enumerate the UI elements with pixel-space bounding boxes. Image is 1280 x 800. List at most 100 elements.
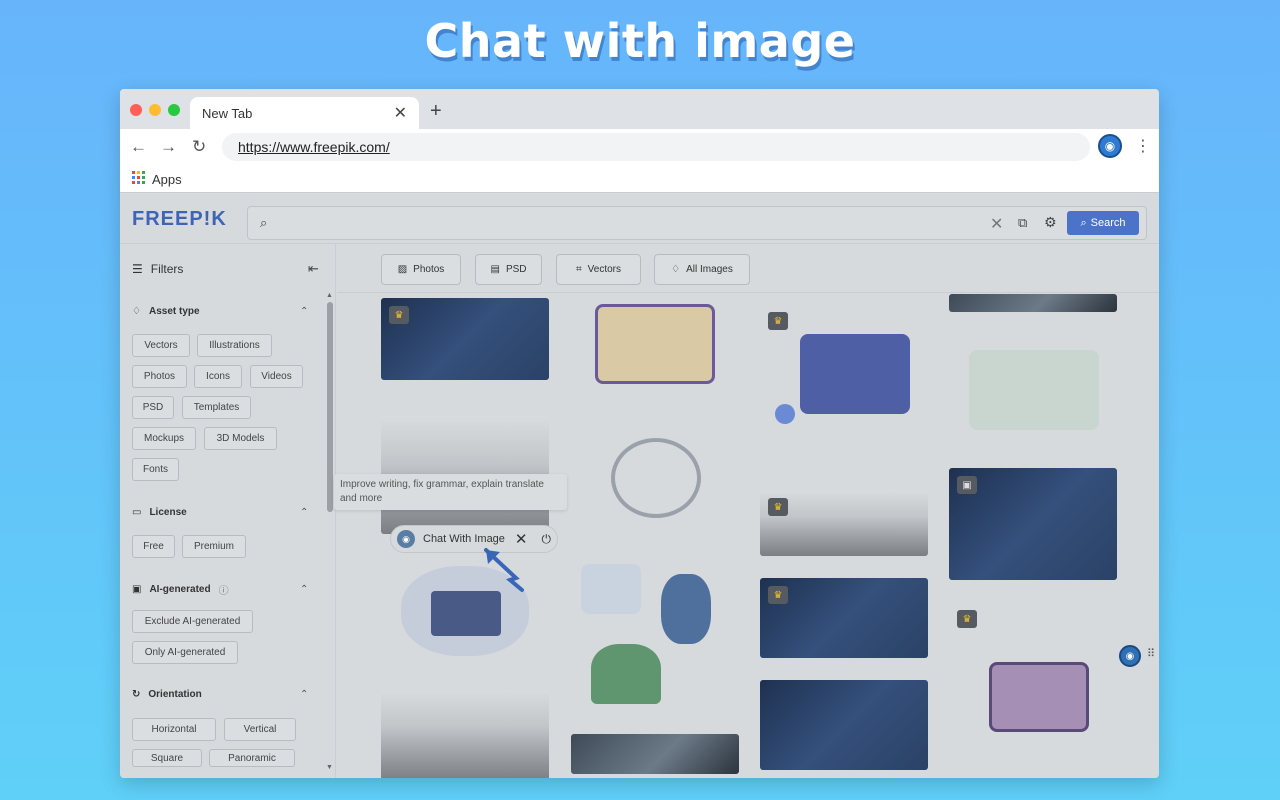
kebab-menu-icon[interactable]: ⋮: [1135, 136, 1151, 156]
image-tile[interactable]: [760, 680, 928, 770]
chip-free[interactable]: Free: [132, 535, 175, 558]
chevron-up-icon[interactable]: ⌃: [300, 507, 308, 518]
scroll-up-arrow[interactable]: ▲: [326, 292, 333, 299]
freepik-logo[interactable]: FREEP!K: [132, 208, 227, 231]
asset-type-icon: ♢: [132, 306, 141, 317]
chip-horizontal[interactable]: Horizontal: [132, 718, 216, 741]
tab-vectors[interactable]: ⌗ Vectors: [556, 254, 641, 285]
asset-type-title: Asset type: [148, 306, 200, 317]
tab-title: New Tab: [202, 105, 253, 121]
results-area: ▨ Photos ▤ PSD ⌗ Vectors ♢ All Images ♛: [337, 244, 1159, 778]
collapse-sidebar-icon[interactable]: ⇤: [308, 261, 319, 277]
tab-vectors-label: Vectors: [587, 264, 621, 275]
address-bar[interactable]: https://www.freepik.com/: [222, 133, 1090, 161]
image-search-icon[interactable]: ⧉: [1018, 215, 1027, 231]
filters-sidebar: ☰ Filters ⇤ ♢ Asset type ⌃ Vectors Illus…: [120, 244, 336, 778]
image-tile[interactable]: [571, 428, 739, 528]
sliders-icon: ☰: [132, 262, 143, 276]
chip-icons[interactable]: Icons: [194, 365, 242, 388]
crown-icon: ♛: [389, 306, 409, 324]
divider: [337, 292, 1159, 293]
maximize-window-button[interactable]: [168, 104, 180, 116]
image-tile[interactable]: [571, 554, 739, 710]
tab-close-icon[interactable]: ✕: [394, 103, 407, 123]
close-window-button[interactable]: [130, 104, 142, 116]
vector-icon: ⌗: [576, 264, 582, 275]
chip-vertical[interactable]: Vertical: [224, 718, 296, 741]
license-title: License: [149, 507, 187, 518]
crown-icon: ♛: [768, 586, 788, 604]
browser-toolbar: ← → ↻ https://www.freepik.com/ ◉ ⋮: [120, 129, 1159, 165]
info-icon[interactable]: ⓘ: [219, 582, 229, 597]
image-tile[interactable]: ♛: [760, 578, 928, 658]
chip-templates[interactable]: Templates: [182, 396, 251, 419]
image-tile[interactable]: ♛: [381, 298, 549, 380]
search-button[interactable]: ⌕ Search: [1067, 211, 1139, 235]
chip-premium[interactable]: Premium: [182, 535, 246, 558]
robot-icon[interactable]: ◉: [1098, 134, 1122, 158]
browser-window: New Tab ✕ + ← → ↻ https://www.freepik.co…: [120, 89, 1159, 778]
sidebar-scrollbar[interactable]: [327, 302, 333, 512]
image-tile[interactable]: ♛: [760, 304, 928, 438]
license-icon: ▭: [132, 507, 142, 518]
minimize-window-button[interactable]: [149, 104, 161, 116]
apps-grid-icon[interactable]: [132, 171, 145, 184]
filters-header: ☰ Filters: [132, 262, 183, 276]
bookmarks-bar: Apps: [120, 165, 1159, 193]
orientation-icon: ↻: [132, 689, 141, 700]
chip-panoramic[interactable]: Panoramic: [209, 749, 295, 767]
chip-illustrations[interactable]: Illustrations: [197, 334, 272, 357]
drag-handle-icon[interactable]: ⠿: [1147, 647, 1155, 660]
tab-all-images[interactable]: ♢ All Images: [654, 254, 750, 285]
chip-mockups[interactable]: Mockups: [132, 427, 196, 450]
section-license[interactable]: ▭ License ⌃: [132, 507, 312, 518]
chip-psd[interactable]: PSD: [132, 396, 174, 419]
chip-vectors[interactable]: Vectors: [132, 334, 190, 357]
chevron-up-icon[interactable]: ⌃: [300, 306, 308, 317]
chat-with-image-pill[interactable]: ◉ Chat With Image ✕ ⏻: [390, 525, 558, 553]
section-ai-generated[interactable]: ▣ AI-generated ⓘ ⌃: [132, 582, 312, 597]
power-icon[interactable]: ⏻: [542, 532, 552, 547]
section-orientation[interactable]: ↻ Orientation ⌃: [132, 689, 312, 700]
crown-icon: ♛: [768, 498, 788, 516]
image-tile[interactable]: [949, 340, 1117, 436]
filters-title: Filters: [150, 262, 184, 276]
robot-icon: ◉: [397, 530, 415, 548]
gear-icon[interactable]: ⚙: [1044, 214, 1057, 231]
forward-arrow-icon[interactable]: →: [160, 137, 177, 157]
image-tile[interactable]: [571, 294, 739, 390]
search-input[interactable]: ⌕ ✕ ⧉ ⚙ ⌕ Search: [247, 206, 1147, 240]
back-arrow-icon[interactable]: ←: [130, 137, 147, 157]
chip-photos[interactable]: Photos: [132, 365, 187, 388]
tab-psd[interactable]: ▤ PSD: [475, 254, 542, 285]
image-tile[interactable]: [571, 734, 739, 774]
ai-icon: ▣: [132, 584, 142, 595]
chip-only-ai[interactable]: Only AI-generated: [132, 641, 238, 664]
image-tile[interactable]: [949, 294, 1117, 312]
image-tile[interactable]: ▣: [949, 468, 1117, 580]
chevron-up-icon[interactable]: ⌃: [300, 689, 308, 700]
scroll-down-arrow[interactable]: ▼: [326, 764, 333, 771]
image-tile[interactable]: ♛: [949, 602, 1117, 768]
new-tab-button[interactable]: +: [430, 100, 442, 123]
search-icon: ⌕: [260, 215, 268, 230]
apps-bookmark[interactable]: Apps: [152, 172, 182, 187]
search-icon: ⌕: [1080, 216, 1087, 229]
chip-square[interactable]: Square: [132, 749, 202, 767]
tab-photos[interactable]: ▨ Photos: [381, 254, 461, 285]
chevron-up-icon[interactable]: ⌃: [300, 584, 308, 595]
image-tile[interactable]: [381, 690, 549, 778]
extension-tooltip: Improve writing, fix grammar, explain tr…: [334, 474, 567, 510]
chip-exclude-ai[interactable]: Exclude AI-generated: [132, 610, 253, 633]
search-button-label: Search: [1090, 217, 1126, 229]
robot-icon[interactable]: ◉: [1119, 645, 1141, 667]
image-tile[interactable]: ♛: [760, 490, 928, 556]
chip-videos[interactable]: Videos: [250, 365, 303, 388]
pointer-arrow-icon: [484, 548, 524, 592]
chip-3d-models[interactable]: 3D Models: [204, 427, 277, 450]
tab-new-tab[interactable]: New Tab ✕: [190, 97, 419, 129]
section-asset-type[interactable]: ♢ Asset type ⌃: [132, 306, 312, 317]
clear-search-icon[interactable]: ✕: [990, 214, 1003, 234]
reload-icon[interactable]: ↻: [192, 137, 206, 157]
chip-fonts[interactable]: Fonts: [132, 458, 179, 481]
